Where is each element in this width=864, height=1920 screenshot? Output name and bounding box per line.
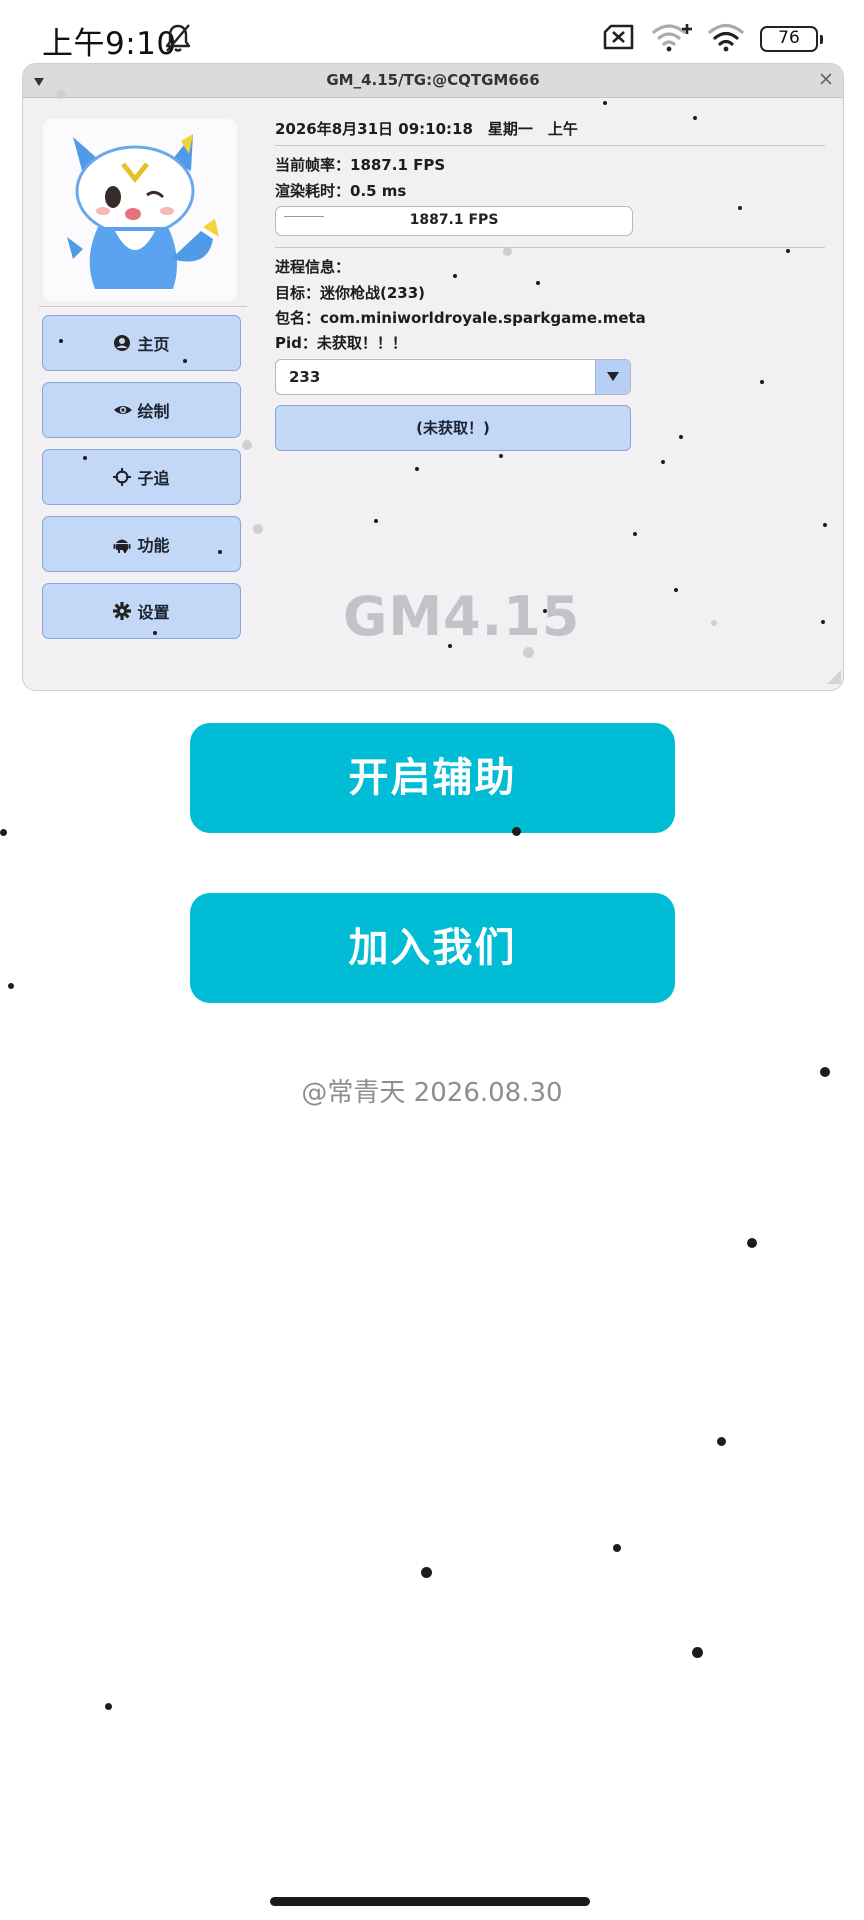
user-circle-icon (113, 334, 131, 352)
particle (421, 1567, 432, 1578)
particle (823, 523, 827, 527)
particle (242, 440, 252, 450)
particle (603, 101, 607, 105)
battery-icon: 76 (760, 26, 823, 52)
process-header: 进程信息： (275, 258, 351, 276)
mascot-avatar (43, 119, 237, 301)
nav-button-features[interactable]: 功能 (42, 516, 241, 572)
particle (8, 983, 14, 989)
gm-floating-panel: GM_4.15/TG:@CQTGM666 主页 绘制 子追 功能 设置 2026… (22, 63, 844, 691)
particle (123, 548, 127, 552)
render-time-text: 渲染耗时：0.5 ms (275, 182, 407, 200)
particle (633, 532, 637, 536)
nav-button-home[interactable]: 主页 (42, 315, 241, 371)
particle (218, 550, 222, 554)
fps-progress-bar: 1887.1 FPS (275, 206, 633, 236)
particle (83, 456, 87, 460)
particle (536, 281, 540, 285)
divider (275, 145, 825, 146)
bell-muted-icon (163, 22, 193, 58)
particle (820, 1067, 830, 1077)
particle (253, 524, 263, 534)
target-text: 目标：迷你枪战(233) (275, 284, 426, 302)
eye-icon (113, 401, 133, 419)
particle (760, 380, 764, 384)
nav-button-settings[interactable]: 设置 (42, 583, 241, 639)
nav-button-aim[interactable]: 子追 (42, 449, 241, 505)
home-indicator[interactable] (270, 1897, 590, 1906)
particle (512, 827, 521, 836)
join-us-button[interactable]: 加入我们 (190, 893, 675, 1003)
particle (499, 454, 503, 458)
particle (523, 647, 534, 658)
process-select[interactable]: 233 (275, 359, 631, 395)
fps-text: 当前帧率：1887.1 FPS (275, 156, 446, 174)
battery-level: 76 (778, 28, 800, 48)
particle (503, 247, 512, 256)
particle (738, 206, 742, 210)
status-time: 上午9:10 (42, 26, 177, 62)
start-assist-button[interactable]: 开启辅助 (190, 723, 675, 833)
fps-bar-text: 1887.1 FPS (409, 212, 499, 228)
select-value: 233 (289, 368, 321, 386)
particle (59, 339, 63, 343)
gear-icon (113, 602, 132, 620)
particle (786, 249, 790, 253)
panel-title: GM_4.15/TG:@CQTGM666 (326, 71, 540, 89)
particle (56, 89, 66, 99)
particle (613, 1544, 621, 1552)
sim-off-icon (602, 23, 636, 55)
particle (183, 359, 187, 363)
nav-label: 主页 (137, 335, 170, 354)
particle (448, 644, 452, 648)
nav-label: 子追 (137, 469, 170, 488)
particle (543, 609, 547, 613)
close-icon[interactable] (819, 72, 833, 90)
particle (153, 631, 157, 635)
particle (747, 1238, 757, 1248)
particle (711, 620, 717, 626)
pid-text: Pid：未获取！！！ (275, 334, 407, 352)
particle (0, 829, 7, 836)
version-watermark: GM4.15 (343, 585, 581, 648)
package-text: 包名：com.miniworldroyale.sparkgame.meta (275, 309, 646, 327)
wifi-icon (708, 22, 744, 56)
crosshair-icon (113, 468, 132, 486)
fetch-pid-button[interactable]: (未获取！) (275, 405, 631, 451)
particle (679, 435, 683, 439)
panel-titlebar[interactable]: GM_4.15/TG:@CQTGM666 (23, 64, 843, 98)
particle (415, 467, 419, 471)
resize-grip-icon[interactable] (827, 669, 841, 688)
footer-credit: @常青天 2026.08.30 (301, 1078, 563, 1108)
nav-label: 设置 (137, 603, 170, 622)
wifi-plus-icon (652, 22, 692, 56)
nav-button-draw[interactable]: 绘制 (42, 382, 241, 438)
nav-label: 绘制 (137, 402, 170, 421)
particle (661, 460, 665, 464)
particle (692, 1647, 703, 1658)
nav-label: 功能 (137, 536, 170, 555)
particle (374, 519, 378, 523)
datetime-text: 2026年8月31日 09:10:18 星期一 上午 (275, 120, 578, 138)
particle (105, 1703, 112, 1710)
divider (275, 247, 825, 248)
particle (693, 116, 697, 120)
chevron-down-icon[interactable] (595, 360, 630, 394)
particle (674, 588, 678, 592)
particle (453, 274, 457, 278)
avatar-divider (39, 306, 247, 307)
particle (821, 620, 825, 624)
particle (717, 1437, 726, 1446)
